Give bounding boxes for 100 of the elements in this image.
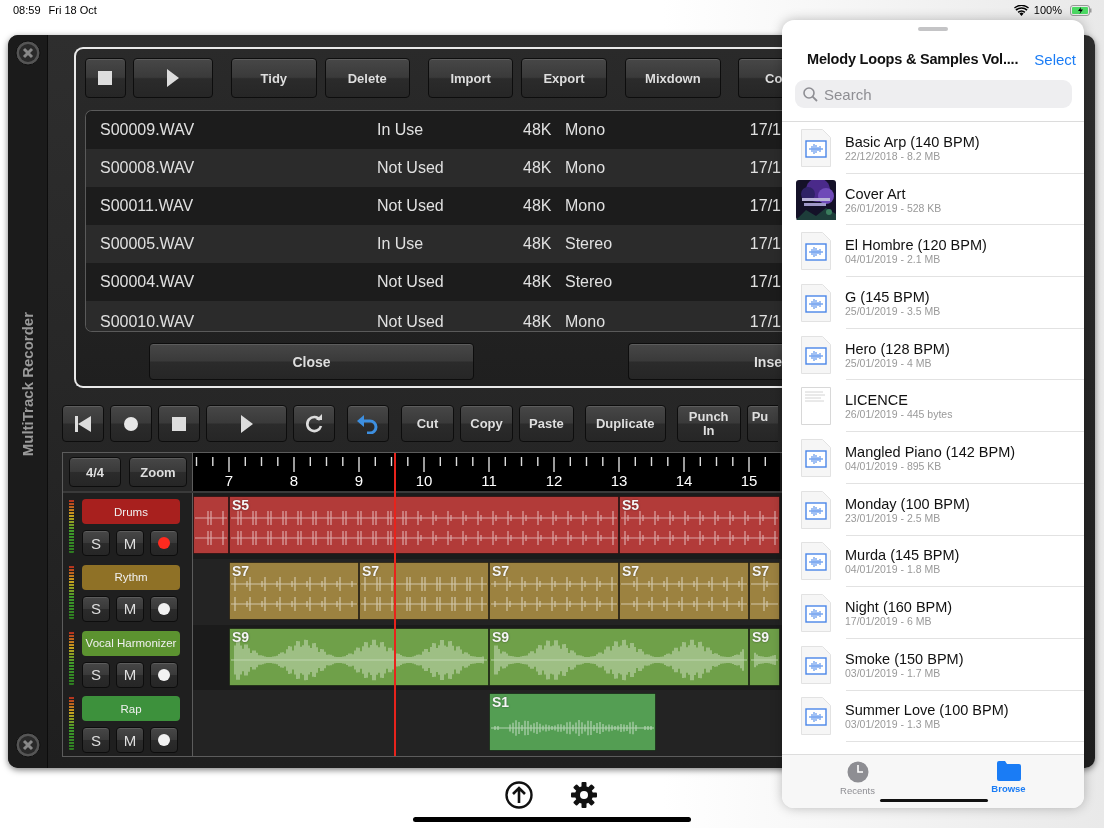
toolbar-button[interactable]: Punch In <box>676 405 741 442</box>
clip-label: S5 <box>622 497 640 513</box>
toolbar-button[interactable]: Import <box>427 58 514 98</box>
audio-clip[interactable] <box>619 496 780 554</box>
audio-clip[interactable] <box>749 627 780 686</box>
file-list-item[interactable]: Smoke (150 BPM) 03/01/2019 - 1.7 MB <box>782 638 1084 691</box>
toolbar-button[interactable]: Cut <box>401 405 454 442</box>
file-name: LICENCE <box>845 392 909 409</box>
bar-number: 7 <box>224 472 234 489</box>
settings-icon[interactable] <box>570 781 598 809</box>
time-signature-button[interactable]: 4/4 <box>69 457 121 487</box>
mute-button[interactable]: M <box>116 530 144 556</box>
play-button[interactable] <box>132 58 214 98</box>
table-cell: 17/1 <box>749 313 782 331</box>
table-cell-text: 48K <box>523 159 553 177</box>
file-list-item[interactable]: Basic Arp (140 BPM) 22/12/2018 - 8.2 MB <box>782 122 1084 174</box>
timeline-ruler[interactable]: 7 8 9 10 11 12 13 14 15 <box>193 453 780 491</box>
loop-button[interactable] <box>293 405 335 442</box>
audio-clip[interactable] <box>489 561 619 620</box>
rewind-icon <box>75 415 91 432</box>
upload-icon[interactable] <box>505 781 533 809</box>
table-cell-text: Not Used <box>377 313 445 331</box>
file-name: Monday (100 BPM) <box>845 495 970 512</box>
audio-clip[interactable] <box>229 561 359 620</box>
search-field[interactable]: Search <box>795 80 1072 108</box>
battery-percent: 100% <box>1033 4 1062 16</box>
audio-clip[interactable] <box>229 496 619 554</box>
play-button[interactable] <box>206 405 287 442</box>
select-link[interactable]: Select <box>1034 50 1076 68</box>
grab-handle[interactable] <box>918 27 948 31</box>
file-list-item[interactable]: Hero (128 BPM) 25/01/2019 - 4 MB <box>782 328 1084 381</box>
file-details: 03/01/2019 - 1.3 MB <box>845 718 942 731</box>
file-name: Mangled Piano (142 BPM) <box>845 443 1016 460</box>
audio-clip[interactable] <box>193 496 229 554</box>
record-arm-button[interactable] <box>150 595 178 622</box>
dialog-button[interactable]: Close <box>149 343 474 380</box>
file-list-item[interactable]: Murda (145 BPM) 04/01/2019 - 1.8 MB <box>782 535 1084 588</box>
toolbar-button[interactable]: Export <box>521 58 607 98</box>
screw-icon <box>14 732 41 758</box>
track-name-button[interactable]: Drums <box>82 499 180 524</box>
audio-file-icon <box>801 594 831 633</box>
record-arm-button[interactable] <box>150 727 178 754</box>
tab[interactable]: Browse <box>933 755 1084 808</box>
level-meter <box>69 499 74 553</box>
toolbar-button[interactable]: Paste <box>519 405 574 442</box>
file-list-item[interactable]: G (145 BPM) 25/01/2019 - 3.5 MB <box>782 277 1084 329</box>
toolbar-button[interactable]: Pu <box>746 405 778 442</box>
mute-button[interactable]: M <box>116 661 144 688</box>
file-list-item[interactable]: Mangled Piano (142 BPM) 04/01/2019 - 895 KB <box>782 432 1084 484</box>
toolbar-button[interactable]: Delete <box>324 58 410 98</box>
bar-number: 11 <box>481 472 497 489</box>
solo-button[interactable]: S <box>82 530 110 556</box>
zoom-button[interactable]: Zoom <box>129 457 187 487</box>
audio-clip[interactable] <box>489 693 657 752</box>
undo-button[interactable] <box>347 405 389 442</box>
file-details: 04/01/2019 - 1.8 MB <box>845 563 942 576</box>
file-list-item[interactable]: Night (160 BPM) 17/01/2019 - 6 MB <box>782 587 1084 639</box>
folder-title: Melody Loops & Samples Vol.... <box>807 51 1019 67</box>
toolbar-button[interactable]: Mixdown <box>624 58 721 98</box>
table-cell-text: Mono <box>565 159 607 177</box>
stop-button[interactable] <box>85 58 126 98</box>
rewind-button[interactable] <box>62 405 104 442</box>
table-cell-text: Mono <box>565 313 607 331</box>
file-list-item[interactable]: LICENCE 26/01/2019 - 445 bytes <box>782 380 1084 433</box>
status-date: Fri 18 Oct <box>48 4 97 16</box>
toolbar-button[interactable]: Duplicate <box>584 405 666 442</box>
track-name-button[interactable]: Rythm <box>82 564 180 590</box>
audio-clip[interactable] <box>489 627 749 686</box>
solo-button[interactable]: S <box>82 727 110 754</box>
mute-button[interactable]: M <box>116 595 144 622</box>
audio-clip[interactable] <box>359 561 489 620</box>
file-name: Murda (145 BPM) <box>845 547 960 564</box>
file-details: 04/01/2019 - 895 KB <box>845 459 943 472</box>
solo-button[interactable]: S <box>82 661 110 688</box>
dialog-button[interactable]: Inse <box>628 343 782 380</box>
level-meter <box>69 564 74 619</box>
stop-button[interactable] <box>158 405 200 442</box>
clip-label: S7 <box>232 562 250 579</box>
record-button[interactable] <box>110 405 152 442</box>
file-name: Hero (128 BPM) <box>845 340 950 357</box>
bar-number: 15 <box>740 472 758 489</box>
record-arm-button[interactable] <box>150 661 178 688</box>
mute-button[interactable]: M <box>116 727 144 754</box>
file-details: 04/01/2019 - 2.1 MB <box>845 253 942 266</box>
audio-clip[interactable] <box>229 627 489 686</box>
track-name-button[interactable]: Rap <box>82 696 180 722</box>
audio-clip[interactable] <box>749 561 780 620</box>
table-cell-text: S00005.WAV <box>100 235 196 253</box>
solo-button[interactable]: S <box>82 595 110 622</box>
toolbar-button[interactable]: Co <box>738 58 782 98</box>
file-list-item[interactable]: El Hombre (120 BPM) 04/01/2019 - 2.1 MB <box>782 225 1084 278</box>
toolbar-button[interactable]: Copy <box>460 405 513 442</box>
audio-file-icon <box>801 645 831 684</box>
file-list-item[interactable]: Summer Love (100 BPM) 03/01/2019 - 1.3 MB <box>782 690 1084 743</box>
file-list-item[interactable]: Cover Art 26/01/2019 - 528 KB <box>782 173 1084 226</box>
file-details: 25/01/2019 - 3.5 MB <box>845 304 941 317</box>
toolbar-button[interactable]: Tidy <box>231 58 317 98</box>
table-cell-text: S00009.WAV <box>100 121 196 139</box>
file-list-item[interactable]: Monday (100 BPM) 23/01/2019 - 2.5 MB <box>782 483 1084 536</box>
audio-clip[interactable] <box>619 561 749 620</box>
